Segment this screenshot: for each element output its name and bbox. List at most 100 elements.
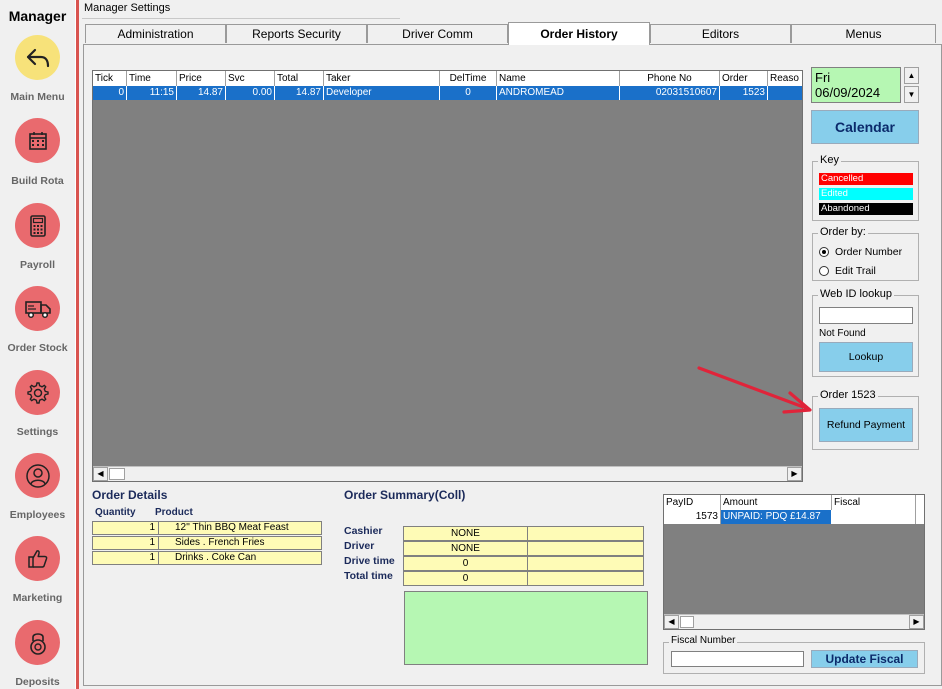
- key-edited: Edited: [819, 188, 913, 200]
- app-root: Manager Main Menu Build Rota Payroll Ord…: [0, 0, 942, 689]
- cell-reason: [768, 86, 802, 100]
- drive-time-label: Drive time: [344, 555, 395, 567]
- column-header[interactable]: Price: [177, 71, 226, 86]
- scroll-right-icon[interactable]: ▶: [909, 615, 924, 629]
- key-group: Key Cancelled Edited Abandoned: [812, 154, 919, 221]
- radio-unselected-icon[interactable]: [819, 266, 829, 276]
- back-arrow-icon: [15, 35, 60, 80]
- total-time-extra: [527, 571, 644, 586]
- column-header[interactable]: Svc: [226, 71, 275, 86]
- quantity-header: Quantity: [95, 507, 136, 518]
- column-header[interactable]: Order: [720, 71, 768, 86]
- date-down-icon[interactable]: ▼: [904, 86, 919, 103]
- cell-order: 1523: [720, 86, 768, 100]
- cell-svc: 0.00: [226, 86, 275, 100]
- order-notes-box[interactable]: [404, 591, 648, 665]
- column-header[interactable]: PayID: [664, 495, 721, 510]
- cashier-label: Cashier: [344, 525, 383, 537]
- orders-grid-hscrollbar[interactable]: ◀ ▶: [93, 466, 802, 481]
- lookup-button[interactable]: Lookup: [819, 342, 913, 372]
- radio-selected-icon[interactable]: [819, 247, 829, 257]
- column-header[interactable]: Amount: [721, 495, 832, 510]
- driver-value: NONE: [403, 541, 528, 556]
- column-header[interactable]: Taker: [324, 71, 440, 86]
- key-cancelled: Cancelled: [819, 173, 913, 185]
- manager-settings-window: Manager Settings Administration Reports …: [79, 0, 942, 689]
- radio-label: Edit Trail: [835, 265, 876, 277]
- sidebar-label: Build Rota: [11, 175, 64, 187]
- column-header[interactable]: DelTime: [440, 71, 497, 86]
- radio-order-number[interactable]: Order Number: [819, 246, 902, 258]
- order-by-group: Order by: Order Number Edit Trail: [812, 226, 919, 281]
- scroll-left-icon[interactable]: ◀: [93, 467, 108, 481]
- total-time-value: 0: [403, 571, 528, 586]
- date-up-icon[interactable]: ▲: [904, 67, 919, 84]
- radio-edit-trail[interactable]: Edit Trail: [819, 265, 876, 277]
- sidebar-label: Payroll: [19, 259, 56, 271]
- tab-order-history[interactable]: Order History: [508, 22, 650, 45]
- sidebar-label: Deposits: [15, 676, 60, 688]
- column-header[interactable]: Tick: [93, 71, 127, 86]
- column-header[interactable]: Reaso: [768, 71, 802, 86]
- column-header[interactable]: Phone No: [620, 71, 720, 86]
- table-row[interactable]: 0 11:15 14.87 0.00 14.87 Developer 0 AND…: [93, 86, 802, 100]
- drive-time-value: 0: [403, 556, 528, 571]
- web-id-input[interactable]: [819, 307, 913, 324]
- key-abandoned: Abandoned: [819, 203, 913, 215]
- web-id-legend: Web ID lookup: [818, 288, 894, 300]
- tab-driver-comm[interactable]: Driver Comm: [367, 24, 508, 43]
- truck-icon: [15, 286, 60, 331]
- tab-editors[interactable]: Editors: [650, 24, 791, 43]
- radio-label: Order Number: [835, 246, 903, 258]
- item-quantity: 1: [93, 552, 159, 564]
- cashier-extra: [527, 526, 644, 541]
- column-header[interactable]: Name: [497, 71, 620, 86]
- order-legend: Order 1523: [818, 389, 878, 401]
- cell-payid: 1573: [664, 510, 721, 524]
- column-header[interactable]: Fiscal: [832, 495, 916, 510]
- web-id-lookup-group: Web ID lookup Not Found Lookup: [812, 288, 919, 377]
- calendar-button[interactable]: Calendar: [811, 110, 919, 144]
- title-divider: [82, 18, 400, 19]
- sidebar: Manager Main Menu Build Rota Payroll Ord…: [0, 0, 75, 689]
- sidebar-title: Manager: [8, 8, 67, 24]
- item-quantity: 1: [93, 522, 159, 534]
- lookup-status: Not Found: [819, 328, 866, 339]
- scroll-thumb[interactable]: [109, 468, 125, 480]
- people-icon: [15, 453, 60, 498]
- scroll-left-icon[interactable]: ◀: [664, 615, 679, 629]
- scroll-thumb[interactable]: [680, 616, 694, 628]
- tab-administration[interactable]: Administration: [85, 24, 226, 43]
- update-fiscal-button[interactable]: Update Fiscal: [811, 650, 918, 668]
- tab-menus[interactable]: Menus: [791, 24, 936, 43]
- list-item[interactable]: 1 Drinks . Coke Can: [92, 551, 322, 565]
- cell-fiscal: [832, 510, 916, 524]
- item-product: Sides . French Fries: [175, 537, 265, 548]
- list-item[interactable]: 1 12'' Thin BBQ Meat Feast: [92, 521, 322, 535]
- key-legend: Key: [818, 154, 841, 166]
- product-header: Product: [155, 507, 193, 518]
- list-item[interactable]: 1 Sides . French Fries: [92, 536, 322, 550]
- column-header[interactable]: Total: [275, 71, 324, 86]
- tab-reports-security[interactable]: Reports Security: [226, 24, 367, 43]
- orders-grid[interactable]: Tick Time Price Svc Total Taker DelTime …: [92, 70, 803, 482]
- payments-grid[interactable]: PayID Amount Fiscal 1573 UNPAID: PDQ £14…: [663, 494, 925, 630]
- cell-price: 14.87: [177, 86, 226, 100]
- column-header[interactable]: Time: [127, 71, 177, 86]
- cell-taker: Developer: [324, 86, 440, 100]
- payments-grid-hscrollbar[interactable]: ◀ ▶: [664, 614, 924, 629]
- table-row[interactable]: 1573 UNPAID: PDQ £14.87: [664, 510, 924, 524]
- calendar-grid-icon: [15, 118, 60, 163]
- cell-name: ANDROMEAD: [497, 86, 620, 100]
- cell-phone: 02031510607: [620, 86, 720, 100]
- scroll-right-icon[interactable]: ▶: [787, 467, 802, 481]
- cashier-value: NONE: [403, 526, 528, 541]
- cell-time: 11:15: [127, 86, 177, 100]
- item-product: Drinks . Coke Can: [175, 552, 257, 563]
- sidebar-label: Main Menu: [10, 91, 65, 103]
- fiscal-number-input[interactable]: [671, 651, 804, 667]
- date-field[interactable]: Fri 06/09/2024: [811, 67, 901, 103]
- fiscal-legend: Fiscal Number: [669, 635, 738, 646]
- cell-deltime: 0: [440, 86, 497, 100]
- refund-payment-button[interactable]: Refund Payment: [819, 408, 913, 442]
